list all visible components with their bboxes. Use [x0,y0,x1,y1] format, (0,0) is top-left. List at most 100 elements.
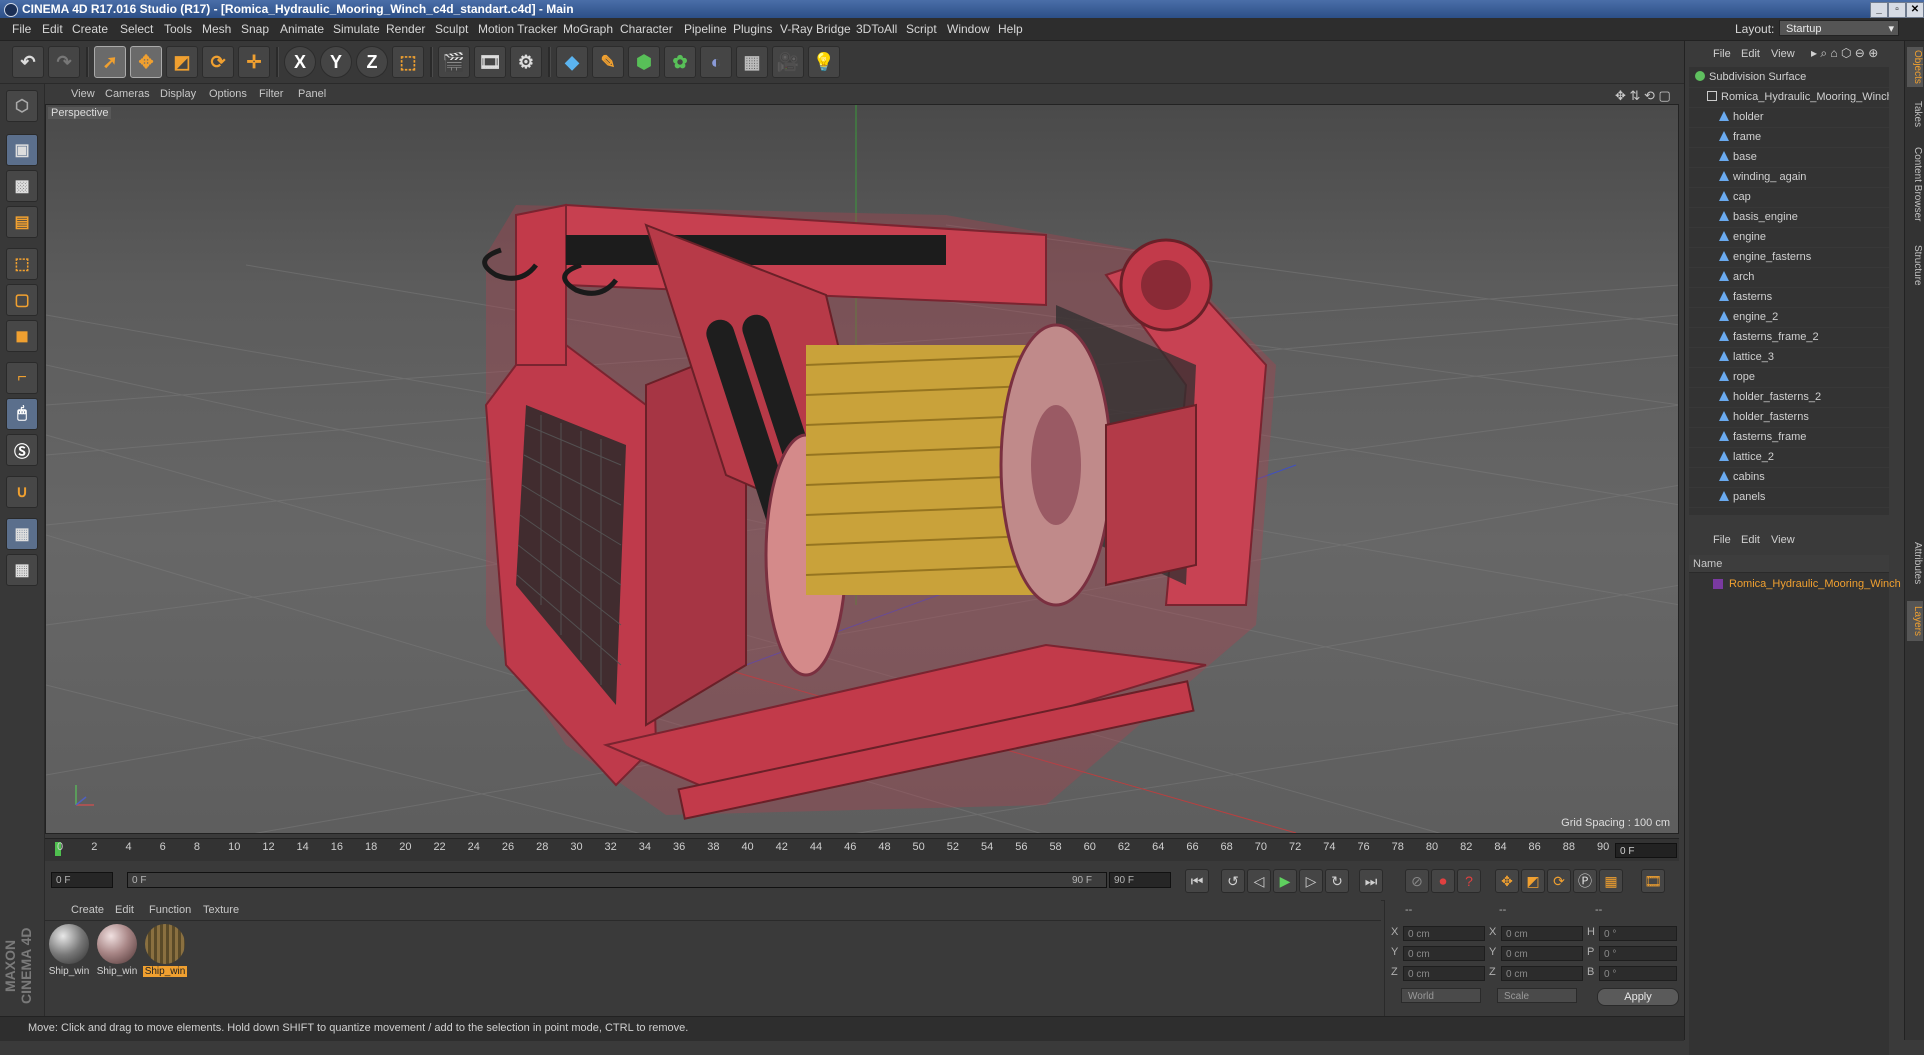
tab-objects[interactable]: Objects [1907,47,1923,87]
floor-icon[interactable]: ▦ [736,46,768,78]
object-row-root[interactable]: Subdivision Surface [1689,67,1889,88]
object-list[interactable]: Subdivision Surface Romica_Hydraulic_Moo… [1689,67,1889,515]
size-mode-select[interactable]: Scale [1497,988,1577,1003]
render-picture-viewer-icon[interactable]: 🎞 [474,46,506,78]
size-z-field[interactable]: 0 cm [1501,966,1583,981]
layer-menu-edit[interactable]: Edit [1741,534,1760,546]
viewport-camera-label[interactable]: Perspective [48,107,112,119]
layer-row[interactable]: Romica_Hydraulic_Mooring_Winch [1689,575,1901,593]
viewport-menu-panel[interactable]: Panel [298,88,326,100]
points-mode-icon[interactable]: ⬚ [6,248,38,280]
next-frame-icon[interactable]: ▷ [1299,869,1323,893]
z-axis-icon[interactable]: Z [356,46,388,78]
object-row[interactable]: panels [1689,487,1889,508]
previous-key-icon[interactable]: ↺ [1221,869,1245,893]
layer-menu-view[interactable]: View [1771,534,1795,546]
lock-workplane-icon[interactable]: ▦ [6,518,38,550]
menu-vray-bridge[interactable]: V-Ray Bridge [780,22,851,36]
viewport-menu-display[interactable]: Display [160,88,196,100]
autokeying-icon[interactable]: ⏺ [1431,869,1455,893]
object-row[interactable]: fasterns [1689,287,1889,308]
object-row[interactable]: cap [1689,187,1889,208]
object-row[interactable]: engine_2 [1689,307,1889,328]
object-row-group[interactable]: Romica_Hydraulic_Mooring_Winch [1689,87,1889,108]
play-icon[interactable]: ▶ [1273,869,1297,893]
frame-range-slider[interactable]: 0 F 90 F [127,872,1107,888]
render-view-icon[interactable]: 🎬 [438,46,470,78]
object-row[interactable]: holder_fasterns_2 [1689,387,1889,408]
go-to-end-icon[interactable]: ⏭ [1359,869,1383,893]
cube-icon[interactable]: ◆ [556,46,588,78]
key-pla-icon[interactable]: ▦ [1599,869,1623,893]
coordinate-system-icon[interactable]: ⬚ [392,46,424,78]
object-row[interactable]: engine [1689,227,1889,248]
layout-select[interactable]: Startup [1779,20,1899,37]
object-row[interactable]: winding_ again [1689,167,1889,188]
solo-mode-icon[interactable]: Ⓢ [6,434,38,466]
viewport-menu-options[interactable]: Options [209,88,247,100]
object-manager-tools-icons[interactable]: ▸ ⌕ ⌂ ⬡ ⊖ ⊕ [1811,46,1878,61]
object-row[interactable]: holder_fasterns [1689,407,1889,428]
object-row[interactable]: engine_fasterns [1689,247,1889,268]
menu-animate[interactable]: Animate [280,22,324,36]
size-x-field[interactable]: 0 cm [1501,926,1583,941]
timeline-window-icon[interactable]: 🎞 [1641,869,1665,893]
object-menu-view[interactable]: View [1771,48,1795,60]
scale-icon[interactable]: ◩ [166,46,198,78]
tab-structure[interactable]: Structure [1907,237,1923,293]
move-icon[interactable]: ✥ [130,46,162,78]
3d-viewport[interactable]: Perspective Grid Spacing : 100 cm [45,104,1679,834]
layer-menu-file[interactable]: File [1713,534,1731,546]
pen-icon[interactable]: ✎ [592,46,624,78]
material-menu-create[interactable]: Create [71,904,104,916]
menu-render[interactable]: Render [386,22,425,36]
undo-icon[interactable]: ↶ [12,46,44,78]
workplane-icon[interactable]: ▤ [6,206,38,238]
next-key-icon[interactable]: ↻ [1325,869,1349,893]
tab-layers[interactable]: Layers [1907,601,1923,641]
object-menu-file[interactable]: File [1713,48,1731,60]
apply-button[interactable]: Apply [1597,988,1679,1006]
mograph-cloner-icon[interactable]: ✿ [664,46,696,78]
object-row[interactable]: basis_engine [1689,207,1889,228]
rotation-b-field[interactable]: 0 ° [1599,966,1677,981]
object-row[interactable]: lattice_3 [1689,347,1889,368]
current-frame-field[interactable]: 0 F [1615,843,1677,858]
menu-simulate[interactable]: Simulate [333,22,380,36]
key-position-icon[interactable]: ✥ [1495,869,1519,893]
menu-snap[interactable]: Snap [241,22,269,36]
winch-model[interactable] [482,203,1276,820]
polygons-mode-icon[interactable]: ◼ [6,320,38,352]
recent-tool-icon[interactable]: ✛ [238,46,270,78]
object-row[interactable]: rope [1689,367,1889,388]
key-scale-icon[interactable]: ◩ [1521,869,1545,893]
edit-render-settings-icon[interactable]: ⚙ [510,46,542,78]
menu-sculpt[interactable]: Sculpt [435,22,468,36]
position-z-field[interactable]: 0 cm [1403,966,1485,981]
layer-list[interactable]: Name Romica_Hydraulic_Mooring_Winch [1689,555,1901,1055]
tab-attributes[interactable]: Attributes [1907,533,1923,593]
menu-edit[interactable]: Edit [42,22,63,36]
tab-takes[interactable]: Takes [1907,97,1923,131]
material-menu-edit[interactable]: Edit [115,904,134,916]
camera-icon[interactable]: 🎥 [772,46,804,78]
tab-content-browser[interactable]: Content Browser [1907,139,1923,229]
object-row[interactable]: lattice_2 [1689,447,1889,468]
redo-icon[interactable]: ↷ [48,46,80,78]
material-menu-texture[interactable]: Texture [203,904,239,916]
previous-frame-icon[interactable]: ◁ [1247,869,1271,893]
axis-mode-icon[interactable]: ⌐ [6,362,38,394]
menu-file[interactable]: File [12,22,31,36]
object-menu-edit[interactable]: Edit [1741,48,1760,60]
material-swatch-selected[interactable]: Ship_win [143,924,187,977]
object-row[interactable]: holder [1689,107,1889,128]
start-frame-field[interactable]: 0 F [51,872,113,888]
timeline-ruler[interactable]: 0 2 4 6 8 10 12 14 16 18 20 22 24 26 28 30 32 34 36 38 40 42 4… [45,838,1679,861]
y-axis-icon[interactable]: Y [320,46,352,78]
coordinate-mode-select[interactable]: World [1401,988,1481,1003]
position-y-field[interactable]: 0 cm [1403,946,1485,961]
menu-pipeline[interactable]: Pipeline [684,22,727,36]
viewport-menu-filter[interactable]: Filter [259,88,283,100]
object-row[interactable]: frame [1689,127,1889,148]
menu-select[interactable]: Select [120,22,153,36]
